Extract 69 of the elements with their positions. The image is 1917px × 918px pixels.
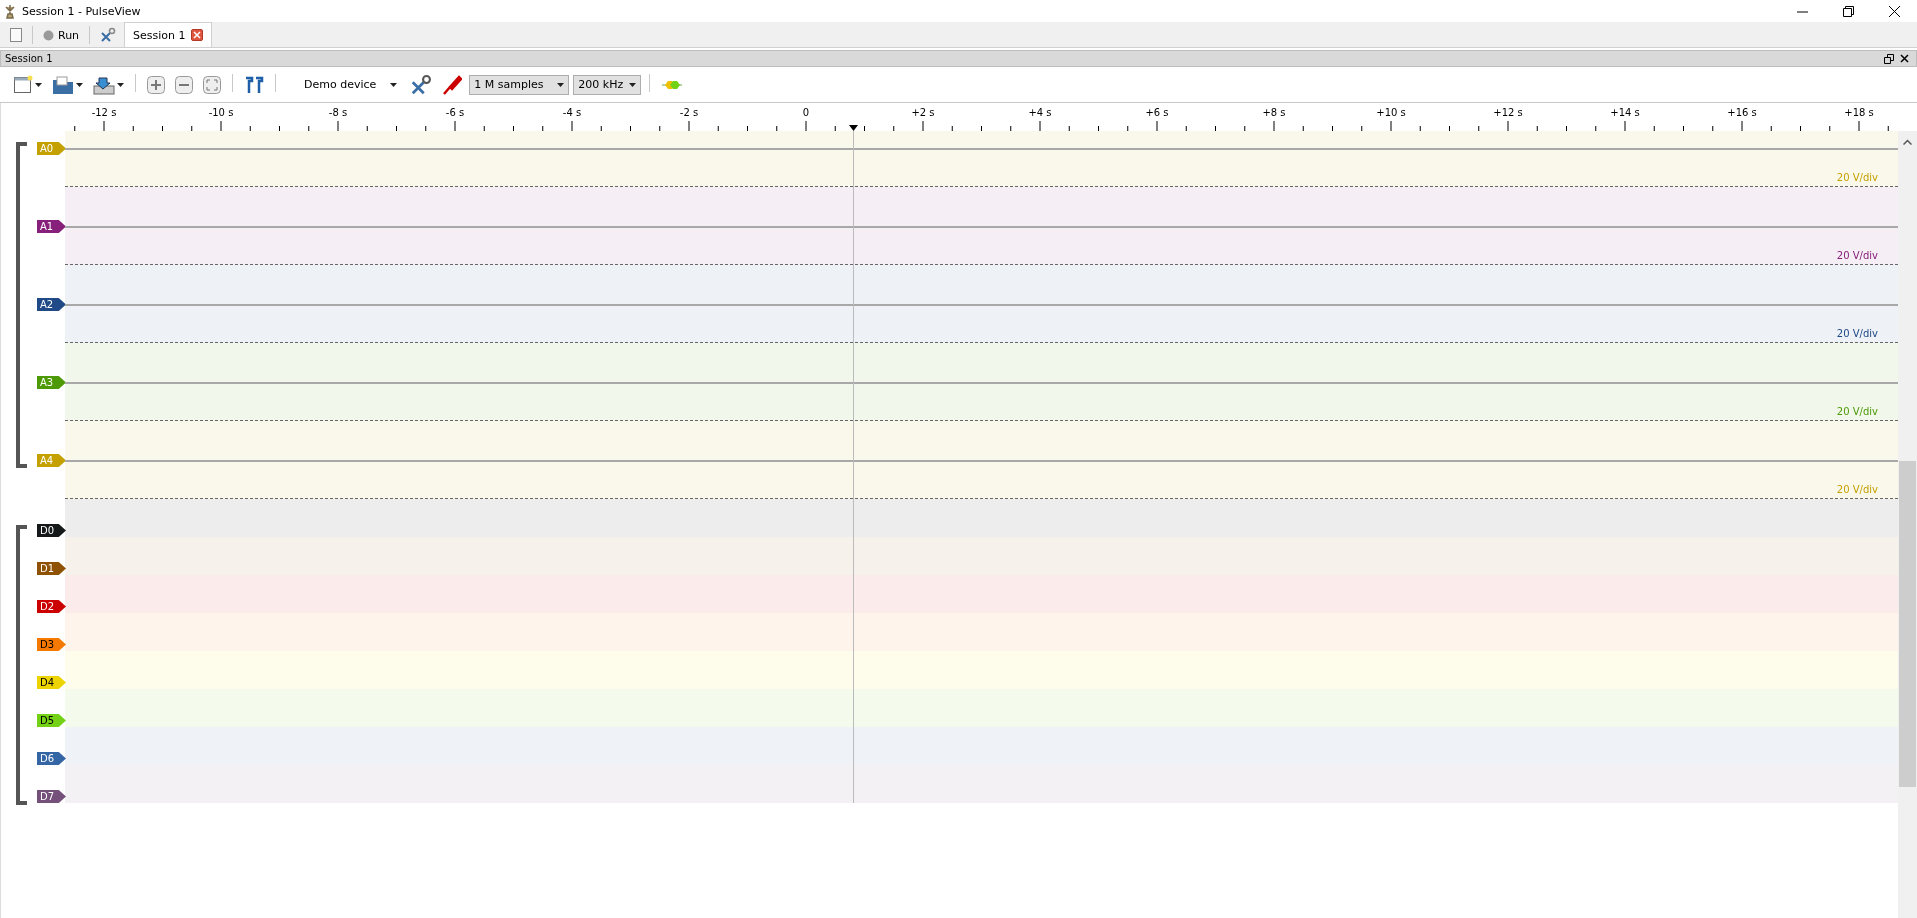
tools-icon — [410, 73, 433, 96]
ruler-label: +2 s — [911, 107, 935, 118]
sample-count-dropdown[interactable]: 1 M samples — [469, 74, 570, 95]
caret-icon — [76, 82, 83, 87]
channel-tag[interactable]: D7 — [37, 790, 66, 803]
circle-icon — [43, 29, 54, 41]
ruler-label: +8 s — [1262, 107, 1286, 118]
session-title: Session 1 — [5, 53, 54, 64]
save-icon — [93, 74, 115, 95]
channel-tag[interactable]: D0 — [37, 524, 66, 537]
zoom-in-icon — [147, 75, 165, 94]
channel-tag[interactable]: D2 — [37, 600, 66, 613]
sample-rate-dropdown[interactable]: 200 kHz — [573, 74, 642, 95]
close-button[interactable] — [1897, 54, 1912, 63]
caret-icon — [117, 82, 124, 87]
tools-icon — [100, 27, 117, 43]
channel-tag[interactable]: A2 — [37, 298, 66, 311]
scale-label: 20 V/div — [1836, 172, 1878, 183]
channel-tag[interactable]: D3 — [37, 638, 66, 651]
scale-label: 20 V/div — [1836, 328, 1878, 339]
folder-icon — [52, 74, 74, 95]
ruler-label: +18 s — [1844, 107, 1874, 118]
window-icon — [13, 74, 33, 95]
ruler-label: +4 s — [1028, 107, 1052, 118]
channel-tag[interactable]: D4 — [37, 676, 66, 689]
ruler-label: -8 s — [328, 107, 348, 118]
scroll-up-icon[interactable] — [1903, 139, 1912, 145]
probe-icon — [442, 74, 463, 95]
ruler-label: +10 s — [1376, 107, 1406, 118]
ruler-label: +6 s — [1145, 107, 1169, 118]
page-icon — [10, 28, 22, 42]
decoder-icon — [661, 78, 684, 91]
close-icon — [1888, 5, 1900, 17]
caret-icon — [35, 82, 42, 87]
device-selector[interactable]: Demo device — [284, 71, 404, 98]
caret-icon — [629, 82, 637, 87]
float-button[interactable] — [1881, 53, 1897, 64]
scale-label: 20 V/div — [1836, 484, 1878, 495]
zoom-fit-icon — [203, 75, 221, 94]
float-icon — [1884, 53, 1894, 64]
zoom-out-icon — [175, 75, 193, 94]
ruler-label: -6 s — [445, 107, 465, 118]
channel-tag[interactable]: D6 — [37, 752, 66, 765]
vertical-scrollbar[interactable] — [1898, 131, 1917, 918]
close-icon[interactable] — [190, 29, 203, 41]
ruler-label: -12 s — [91, 107, 117, 118]
session-tab[interactable]: Session 1 — [124, 22, 212, 47]
channel-tag[interactable]: D5 — [37, 714, 66, 727]
close-icon — [1900, 54, 1909, 63]
run-button[interactable]: Run — [37, 23, 86, 47]
channel-tag[interactable]: A3 — [37, 376, 66, 389]
restore-icon — [1842, 5, 1854, 17]
ruler-label: -10 s — [208, 107, 234, 118]
caret-icon — [390, 82, 398, 87]
scale-label: 20 V/div — [1836, 406, 1878, 417]
window-title: Session 1 - PulseView — [22, 4, 142, 18]
ruler-label: 0 — [802, 107, 810, 118]
channel-tag[interactable]: A1 — [37, 220, 66, 233]
ruler-label: -4 s — [562, 107, 582, 118]
cursors-icon — [244, 75, 264, 94]
ruler-label: -2 s — [679, 107, 699, 118]
app-logo-icon — [4, 3, 16, 19]
ruler-label: +16 s — [1727, 107, 1757, 118]
scale-label: 20 V/div — [1836, 250, 1878, 261]
ruler-label: +12 s — [1493, 107, 1523, 118]
caret-icon — [557, 82, 565, 87]
ruler-label: +14 s — [1610, 107, 1640, 118]
scrollbar-thumb[interactable] — [1899, 461, 1916, 787]
channel-tag[interactable]: D1 — [37, 562, 66, 575]
